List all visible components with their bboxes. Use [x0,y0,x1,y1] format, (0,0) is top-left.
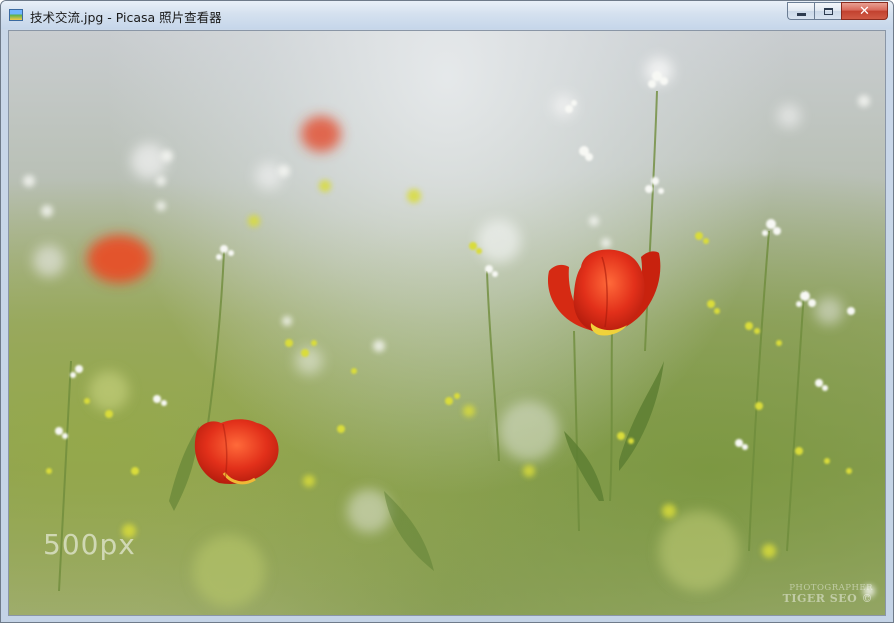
watermark-credit-line2: TIGER SEO © [782,592,873,606]
caption-buttons: ✕ [787,2,888,21]
lower-left-tulip [194,419,279,485]
maximize-button[interactable] [814,2,841,20]
background-bokeh [33,57,843,607]
photo-viewer-area[interactable]: 500px PHOTOGRAPHER TIGER SEO © [8,30,886,616]
main-tulip [547,249,661,336]
picasa-photo-viewer-window: 技术交流.jpg - Picasa 照片查看器 ✕ 500px PHOTOGRA… [0,0,894,623]
close-button[interactable]: ✕ [841,2,888,20]
watermark-500px: 500px [43,528,136,561]
photo-image[interactable]: 500px PHOTOGRAPHER TIGER SEO © [9,31,885,615]
minimize-button[interactable] [787,2,814,20]
blurred-tulips [87,116,341,283]
minimize-icon [796,12,806,16]
window-title: 技术交流.jpg - Picasa 照片查看器 [30,10,222,25]
photo-illustration [23,57,875,607]
close-icon: ✕ [859,3,870,19]
maximize-icon [823,7,833,15]
picasa-photo-icon[interactable] [9,9,23,21]
yellow-flower-specks [46,180,852,558]
watermark-photographer: PHOTOGRAPHER TIGER SEO © [782,583,873,606]
title-bar[interactable]: 技术交流.jpg - Picasa 照片查看器 ✕ [1,1,893,29]
